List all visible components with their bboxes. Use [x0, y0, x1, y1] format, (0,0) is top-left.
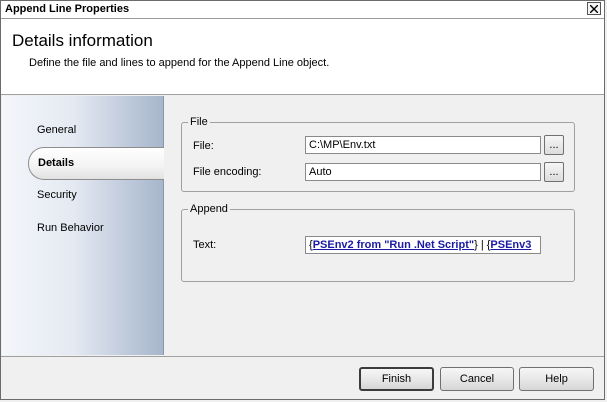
append-text-input[interactable]: {PSEnv2 from "Run .Net Script"} | {PSEnv…	[305, 236, 541, 254]
help-button[interactable]: Help	[519, 367, 594, 391]
file-group-legend: File	[190, 116, 208, 128]
dialog-window: Append Line Properties Details informati…	[0, 0, 605, 400]
sidebar-item-details[interactable]: Details	[28, 147, 166, 180]
file-encoding-input[interactable]: Auto	[305, 163, 541, 181]
page-subtitle: Define the file and lines to append for …	[29, 57, 330, 69]
sidebar-item-label: Details	[38, 157, 75, 169]
close-icon	[590, 4, 598, 13]
close-button[interactable]	[587, 2, 601, 15]
ellipsis-icon: ...	[549, 138, 559, 151]
content-panel: File File: C:\MP\Env.txt ... File encodi…	[164, 96, 604, 355]
file-path-input[interactable]: C:\MP\Env.txt	[305, 136, 541, 154]
title-bar[interactable]: Append Line Properties	[1, 1, 604, 19]
published-data-link[interactable]: PSEnv2 from "Run .Net Script"	[313, 239, 474, 251]
text-label: Text:	[193, 239, 217, 251]
published-data-link[interactable]: PSEnv3	[490, 239, 531, 251]
page-header: Details information Define the file and …	[1, 19, 604, 95]
sidebar-item-general[interactable]: General	[37, 124, 76, 136]
sidebar: General Details Security Run Behavior	[2, 96, 166, 355]
encoding-browse-button[interactable]: ...	[544, 162, 564, 182]
file-browse-button[interactable]: ...	[544, 135, 564, 155]
ellipsis-icon: ...	[549, 165, 559, 178]
footer-divider	[1, 356, 604, 357]
append-group-legend: Append	[190, 203, 228, 215]
page-title: Details information	[12, 31, 153, 50]
finish-button[interactable]: Finish	[359, 367, 434, 391]
file-encoding-label: File encoding:	[193, 166, 262, 178]
sidebar-item-security[interactable]: Security	[37, 189, 77, 201]
text-separator: } | {	[474, 239, 491, 251]
cancel-button[interactable]: Cancel	[440, 367, 514, 391]
window-title: Append Line Properties	[5, 3, 130, 15]
file-label: File:	[193, 140, 214, 152]
sidebar-item-run-behavior[interactable]: Run Behavior	[37, 222, 104, 234]
